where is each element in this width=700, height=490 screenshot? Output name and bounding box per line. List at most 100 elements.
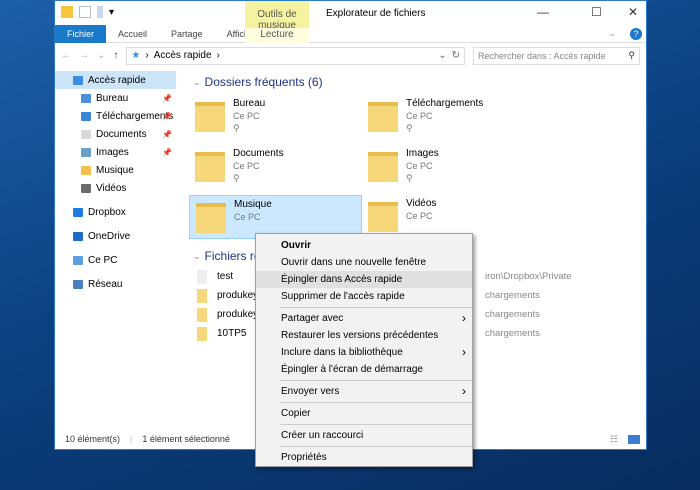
menu-item[interactable]: Créer un raccourci — [256, 427, 472, 444]
tab-fichier[interactable]: Fichier — [55, 24, 107, 43]
folder-icon — [196, 203, 226, 233]
sidebar-item-label: Dropbox — [88, 206, 126, 218]
folder-name: Téléchargements — [406, 98, 484, 109]
window-title: Explorateur de fichiers — [326, 8, 426, 19]
folder-location: Ce PC — [406, 161, 433, 171]
chevron-right-icon: › — [462, 345, 466, 359]
menu-separator — [280, 424, 472, 425]
menu-item[interactable]: Épingler dans Accès rapide — [256, 271, 472, 288]
chevron-right-icon: › — [462, 311, 466, 325]
folder-name: Bureau — [233, 98, 266, 109]
sidebar-item[interactable]: OneDrive — [55, 227, 176, 245]
tab-accueil[interactable]: Accueil — [106, 25, 159, 43]
folder-tile[interactable]: Images Ce PC ⚲ — [362, 145, 535, 189]
pin-icon: 📌 — [162, 93, 172, 103]
menu-item[interactable]: Partager avec › — [256, 310, 472, 327]
context-tab-music-tools: Outils de musique Lecture — [245, 1, 309, 43]
folder-icon — [195, 102, 225, 132]
folder-location: Ce PC — [406, 211, 433, 221]
menu-item[interactable]: Ouvrir dans une nouvelle fenêtre — [256, 254, 472, 271]
details-view-icon[interactable]: ☷ — [610, 434, 618, 445]
folder-icon — [368, 102, 398, 132]
sidebar-item[interactable]: Vidéos — [55, 179, 176, 197]
menu-separator — [280, 402, 472, 403]
menu-item[interactable]: Inclure dans la bibliothèque › — [256, 344, 472, 361]
menu-item-label: Inclure dans la bibliothèque — [281, 347, 403, 358]
sidebar-item[interactable]: Musique — [55, 161, 176, 179]
star-icon: ★ — [131, 50, 141, 61]
folder-tile[interactable]: Documents Ce PC ⚲ — [189, 145, 362, 189]
refresh-icon[interactable]: ↻ — [452, 50, 460, 61]
menu-separator — [280, 307, 472, 308]
sidebar-item[interactable]: Téléchargements 📌 — [55, 107, 176, 125]
chevron-down-icon[interactable]: ⌄ — [193, 77, 201, 88]
menu-item[interactable]: Restaurer les versions précédentes — [256, 327, 472, 344]
sidebar-item[interactable]: Ce PC — [55, 251, 176, 269]
selection-count: 1 élément sélectionné — [142, 434, 230, 444]
folder-tile[interactable]: Téléchargements Ce PC ⚲ — [362, 95, 535, 139]
folder-icon[interactable] — [61, 6, 73, 18]
context-menu: Ouvrir Ouvrir dans une nouvelle fenêtre Ép… — [255, 233, 473, 467]
sidebar-item[interactable]: Bureau 📌 — [55, 89, 176, 107]
sidebar-item-label: Documents — [96, 128, 147, 140]
recent-locations-icon[interactable]: ⌄ — [97, 50, 105, 61]
menu-item[interactable]: Envoyer vers › — [256, 383, 472, 400]
frequent-folders-grid: Bureau Ce PC ⚲ Téléchargements Ce PC ⚲ Documen… — [179, 95, 646, 239]
address-bar[interactable]: ★ › Accès rapide › ⌄ ↻ — [126, 46, 465, 65]
tab-lecture[interactable]: Lecture — [245, 28, 309, 43]
search-input[interactable]: Rechercher dans : Accès rapide ⚲ — [473, 46, 640, 65]
menu-item-label: Envoyer vers — [281, 386, 340, 397]
sidebar-item-label: Ce PC — [88, 254, 118, 266]
large-icons-view-icon[interactable] — [628, 434, 640, 444]
menu-item[interactable]: Épingler à l'écran de démarrage — [256, 361, 472, 378]
tab-partage[interactable]: Partage — [159, 25, 215, 43]
customize-dropdown-icon[interactable]: ▾ — [109, 7, 114, 18]
sidebar-item[interactable]: Réseau — [55, 275, 176, 293]
dropbox-icon — [73, 207, 83, 217]
search-placeholder: Rechercher dans : Accès rapide — [478, 50, 606, 61]
expand-ribbon-icon[interactable]: ⌄ — [608, 28, 616, 39]
menu-item[interactable]: Propriétés — [256, 449, 472, 466]
chevron-down-icon[interactable]: ⌄ — [193, 251, 201, 262]
file-name: produkey — [217, 290, 259, 301]
close-button[interactable]: ✕ — [628, 5, 638, 19]
file-location: chargements — [485, 328, 540, 339]
help-icon[interactable]: ? — [630, 27, 642, 40]
back-icon[interactable]: ← — [61, 50, 71, 61]
folder-name: Documents — [233, 148, 284, 159]
maximize-button[interactable]: ☐ — [591, 5, 602, 19]
menu-item-label: Créer un raccourci — [281, 430, 364, 441]
frequent-folders-title: Dossiers fréquents (6) — [204, 75, 323, 89]
chevron-down-icon[interactable]: ⌄ — [438, 50, 446, 61]
ribbon-tabs: Fichier Accueil Partage Affichage ⌄ ? — [55, 24, 646, 43]
sidebar-item[interactable]: Accès rapide — [55, 71, 176, 89]
network-icon — [73, 279, 83, 289]
download-icon — [81, 111, 91, 121]
folder-name: Images — [406, 148, 439, 159]
menu-item-label: Propriétés — [281, 452, 327, 463]
folder-tile[interactable]: Bureau Ce PC ⚲ — [189, 95, 362, 139]
pin-icon: 📌 — [162, 147, 172, 157]
sidebar-item[interactable]: Documents 📌 — [55, 125, 176, 143]
menu-item[interactable]: Ouvrir — [256, 237, 472, 254]
folder-icon — [195, 152, 225, 182]
properties-icon[interactable] — [79, 6, 91, 18]
menu-separator — [280, 446, 472, 447]
folder-location: Ce PC — [406, 111, 433, 121]
sidebar-item-label: Accès rapide — [88, 74, 146, 86]
address-path[interactable]: Accès rapide — [154, 50, 212, 61]
sidebar-item[interactable]: Images 📌 — [55, 143, 176, 161]
new-folder-icon[interactable] — [97, 6, 103, 18]
up-icon[interactable]: ↑ — [113, 50, 118, 61]
forward-icon[interactable]: → — [79, 50, 89, 61]
quick-access-toolbar: ▾ — [61, 6, 114, 18]
sidebar-item-label: Musique — [96, 164, 134, 176]
folder-location: Ce PC — [233, 111, 260, 121]
sidebar-item[interactable]: Dropbox — [55, 203, 176, 221]
menu-item[interactable]: Copier — [256, 405, 472, 422]
frequent-folders-header[interactable]: ⌄ Dossiers fréquents (6) — [179, 71, 646, 93]
menu-item[interactable]: Supprimer de l'accès rapide — [256, 288, 472, 305]
images-icon — [81, 147, 91, 157]
chevron-right-icon[interactable]: › — [217, 50, 220, 61]
minimize-button[interactable]: — — [537, 5, 549, 19]
